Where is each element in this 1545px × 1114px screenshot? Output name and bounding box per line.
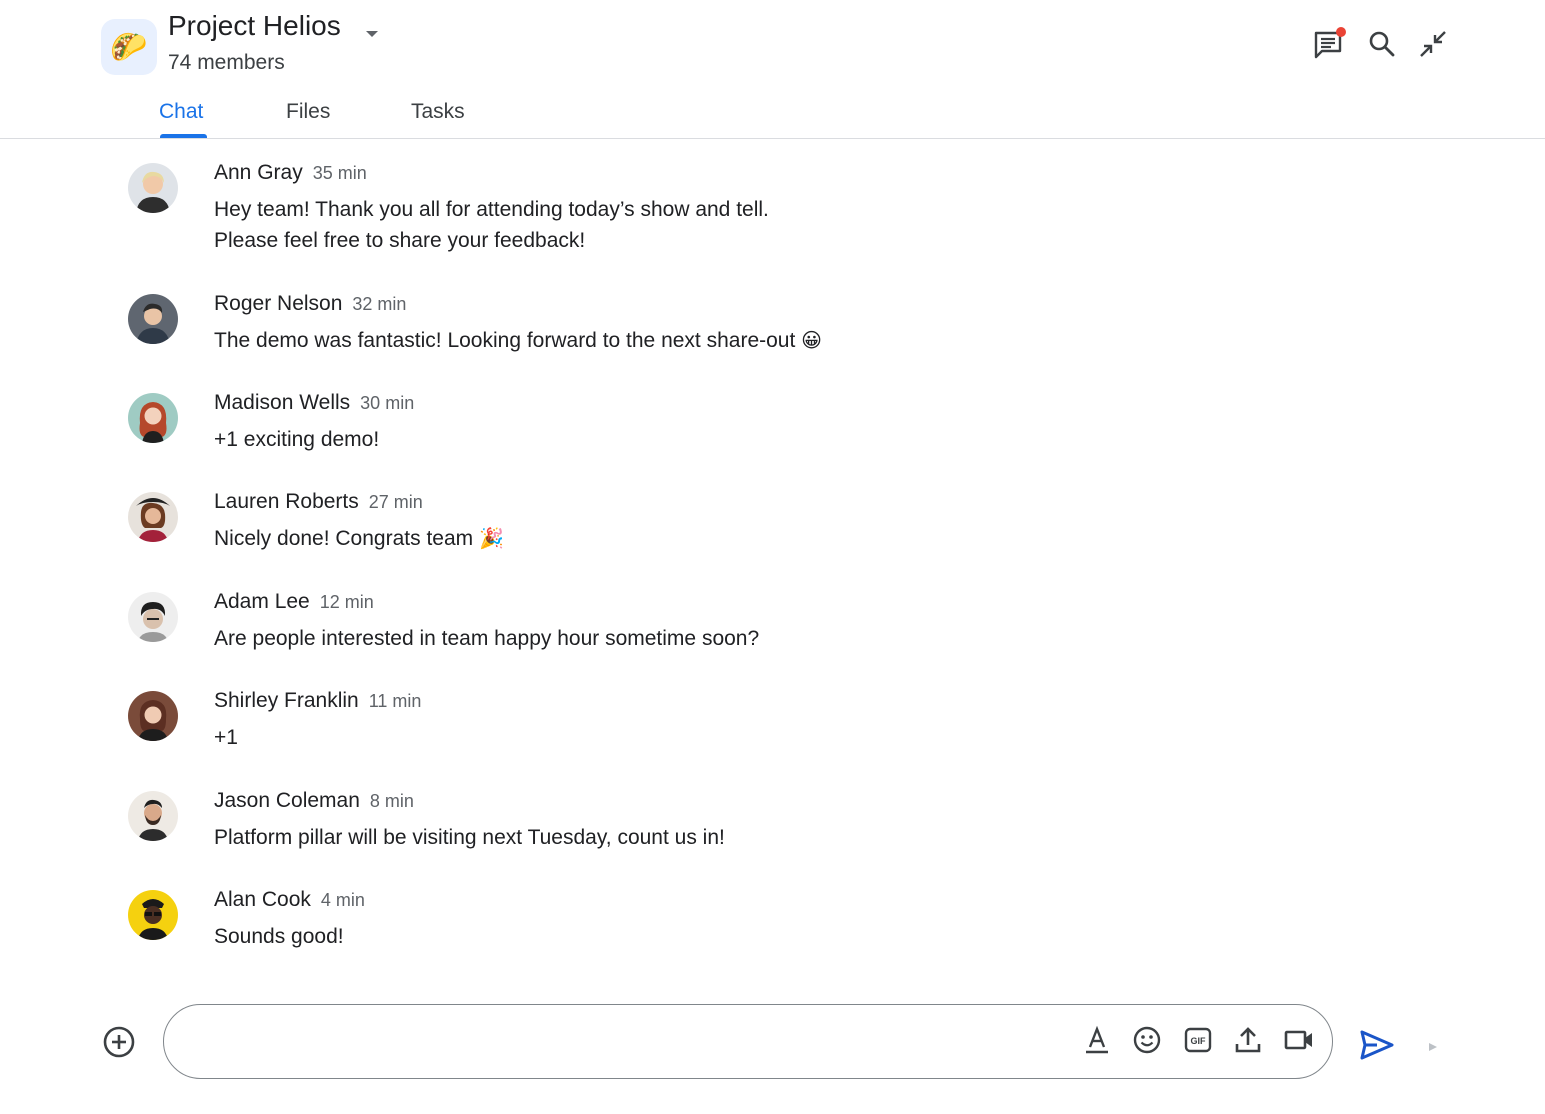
message-item: Jason Coleman 8 min Platform pillar will … bbox=[0, 789, 1545, 881]
emoji-button[interactable] bbox=[1129, 1022, 1165, 1058]
avatar[interactable] bbox=[128, 163, 178, 213]
message-text: Hey team! Thank you all for attending to… bbox=[214, 198, 769, 221]
sender-name[interactable]: Adam Lee bbox=[214, 590, 310, 613]
message-input[interactable] bbox=[192, 1023, 1076, 1061]
emoji-icon bbox=[1133, 1026, 1161, 1054]
message-time: 4 min bbox=[320, 890, 365, 910]
sender-name[interactable]: Jason Coleman bbox=[214, 789, 360, 812]
message-item: Shirley Franklin 11 min +1 bbox=[0, 689, 1545, 781]
message-item: Ann Gray 35 min Hey team! Thank you all f… bbox=[0, 161, 1545, 253]
gif-icon: GIF bbox=[1184, 1027, 1212, 1053]
avatar[interactable] bbox=[128, 791, 178, 841]
message-text: Sounds good! bbox=[214, 925, 344, 948]
room-title[interactable]: Project Helios bbox=[168, 10, 341, 42]
tab-chat[interactable]: Chat bbox=[159, 100, 203, 124]
message-text: +1 bbox=[214, 726, 238, 749]
avatar[interactable] bbox=[128, 492, 178, 542]
notification-dot bbox=[1336, 27, 1346, 37]
minimize-icon bbox=[1420, 31, 1446, 57]
avatar[interactable] bbox=[128, 294, 178, 344]
party-popper-emoji-icon: 🎉 bbox=[478, 528, 504, 550]
play-arrow-icon bbox=[1429, 1043, 1437, 1051]
threads-button[interactable] bbox=[1311, 26, 1347, 62]
message-text: Nicely done! Congrats team 🎉 bbox=[214, 523, 504, 555]
message-text-content: Nicely done! Congrats team bbox=[214, 527, 474, 550]
video-call-button[interactable] bbox=[1281, 1022, 1317, 1058]
upload-icon bbox=[1235, 1027, 1261, 1053]
format-text-button[interactable] bbox=[1079, 1022, 1115, 1058]
message-time: 12 min bbox=[319, 592, 374, 612]
message-time: 27 min bbox=[368, 492, 423, 512]
avatar[interactable] bbox=[128, 592, 178, 642]
sender-name[interactable]: Alan Cook bbox=[214, 888, 311, 911]
message-text: Platform pillar will be visiting next Tu… bbox=[214, 826, 725, 849]
message-time: 11 min bbox=[368, 691, 422, 711]
video-call-icon bbox=[1284, 1030, 1312, 1050]
sender-name[interactable]: Shirley Franklin bbox=[214, 689, 359, 712]
minimize-button[interactable] bbox=[1415, 26, 1451, 62]
gif-button[interactable]: GIF bbox=[1180, 1022, 1216, 1058]
sender-name[interactable]: Lauren Roberts bbox=[214, 490, 359, 513]
tab-tasks[interactable]: Tasks bbox=[411, 100, 465, 124]
room-header: 🌮 Project Helios 74 members Chat Files T… bbox=[0, 0, 1545, 139]
message-item: Lauren Roberts 27 min Nicely done! Congra… bbox=[0, 490, 1545, 582]
sender-name[interactable]: Roger Nelson bbox=[214, 292, 342, 315]
threads-icon bbox=[1314, 27, 1346, 59]
message-text: Please feel free to share your feedback! bbox=[214, 229, 586, 252]
message-item: Alan Cook 4 min Sounds good! bbox=[0, 888, 1545, 980]
avatar[interactable] bbox=[128, 691, 178, 741]
room-avatar[interactable]: 🌮 bbox=[101, 19, 157, 75]
message-text: The demo was fantastic! Looking forward … bbox=[214, 325, 822, 357]
add-circle-icon[interactable] bbox=[101, 1024, 137, 1060]
active-tab-indicator bbox=[160, 134, 207, 138]
svg-text:GIF: GIF bbox=[1191, 1036, 1207, 1046]
message-time: 30 min bbox=[360, 393, 415, 413]
message-item: Roger Nelson 32 min The demo was fantasti… bbox=[0, 292, 1545, 384]
search-button[interactable] bbox=[1364, 26, 1400, 62]
message-time: 32 min bbox=[352, 294, 407, 314]
message-text-content: The demo was fantastic! Looking forward … bbox=[214, 329, 796, 352]
message-time: 35 min bbox=[312, 163, 367, 183]
text-format-icon bbox=[1086, 1025, 1108, 1054]
message-text: Are people interested in team happy hour… bbox=[214, 627, 760, 650]
message-item: Madison Wells 30 min +1 exciting demo! bbox=[0, 391, 1545, 483]
send-icon[interactable] bbox=[1357, 1025, 1397, 1065]
taco-emoji-icon: 🌮 bbox=[110, 30, 148, 64]
sender-name[interactable]: Madison Wells bbox=[214, 391, 350, 414]
message-item: Adam Lee 12 min Are people interested in … bbox=[0, 590, 1545, 682]
grinning-face-emoji-icon: 😀 bbox=[801, 330, 823, 352]
upload-button[interactable] bbox=[1230, 1022, 1266, 1058]
member-count[interactable]: 74 members bbox=[168, 51, 285, 75]
message-text: +1 exciting demo! bbox=[214, 428, 380, 451]
sender-name[interactable]: Ann Gray bbox=[214, 161, 303, 184]
message-time: 8 min bbox=[369, 791, 414, 811]
avatar[interactable] bbox=[128, 890, 178, 940]
tab-files[interactable]: Files bbox=[286, 100, 330, 124]
search-icon bbox=[1369, 31, 1395, 57]
avatar[interactable] bbox=[128, 393, 178, 443]
dropdown-arrow-icon[interactable] bbox=[362, 27, 382, 41]
